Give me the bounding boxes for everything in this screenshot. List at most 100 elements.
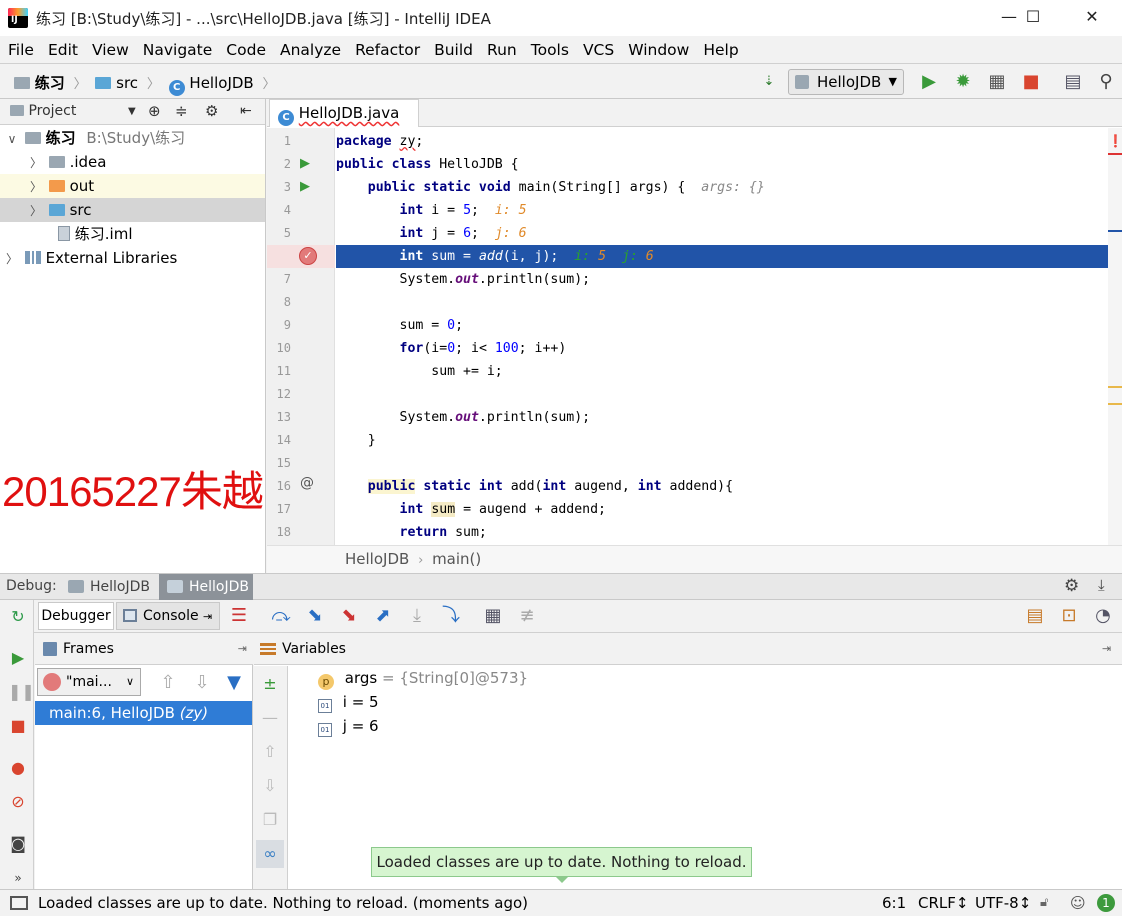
menu-build[interactable]: Build [434,41,473,59]
gear-icon[interactable]: ⚙ [1064,576,1079,596]
coverage-icon[interactable]: ▦ [986,71,1008,93]
lock-icon[interactable]: 🔓︎ [1040,890,1048,916]
filter-icon[interactable]: ▼ [223,672,245,694]
breadcrumb-file[interactable]: HelloJDB [189,74,253,92]
code-area[interactable]: package zy; public class HelloJDB { publ… [336,128,1108,545]
tool-windows-icon[interactable] [10,896,28,910]
run-gutter-icon[interactable]: ▶ [300,179,310,194]
debug-icon[interactable]: ✹ [952,71,974,93]
tab-debugger[interactable]: Debugger [38,602,114,630]
copy-icon[interactable]: ❐ [260,810,280,830]
breadcrumb-class[interactable]: HelloJDB [345,550,409,568]
camera-icon[interactable]: ◙ [8,834,28,854]
warning-stripe[interactable] [1108,403,1122,405]
menu-code[interactable]: Code [226,41,266,59]
build-icon[interactable]: ⇣ [758,71,780,93]
view-breakpoints-icon[interactable]: ● [8,758,28,778]
variable-row[interactable]: 01 i = 5 [318,690,379,714]
breakpoint-icon[interactable]: ✓ [299,247,317,265]
restore-layout-icon[interactable]: ▤ [1024,605,1046,627]
event-log-badge[interactable]: 1 [1097,894,1115,912]
pin-icon[interactable]: ⇥ [238,634,247,664]
notification-balloon[interactable]: Loaded classes are up to date. Nothing t… [371,847,752,877]
breadcrumb-method[interactable]: main() [432,550,481,568]
pin-icon[interactable]: ⇥ [1102,634,1111,664]
hide-panel-icon[interactable]: ⤓ [1098,576,1105,594]
arrow-up-icon[interactable]: ⇧ [157,672,179,694]
caret-position[interactable]: 6:1 [882,890,906,916]
run-configuration-select[interactable]: HelloJDB ▼ [788,69,904,95]
resume-icon[interactable]: ▶ [8,648,28,668]
menu-edit[interactable]: Edit [48,41,78,59]
pause-icon[interactable]: ❚❚ [8,682,35,702]
menu-window[interactable]: Window [628,41,689,59]
run-to-cursor-icon[interactable]: ⤵ [440,605,462,627]
editor-scrollbar[interactable]: ❗ [1108,128,1122,545]
menu-analyze[interactable]: Analyze [280,41,341,59]
tree-item-src[interactable]: 〉 src [0,198,265,222]
debug-session-tab[interactable]: HelloJDB [60,574,158,600]
maximize-button[interactable]: ☐ [1010,0,1056,36]
force-step-into-icon[interactable]: ⬊ [338,605,360,627]
mute-breakpoints-icon[interactable]: ⊘ [8,792,28,812]
watches-icon[interactable]: ∞ [256,840,284,868]
show-execution-point-icon[interactable]: ☰ [228,605,250,627]
warning-stripe[interactable] [1108,386,1122,388]
hector-icon[interactable]: ☺ [1070,890,1086,916]
stop-icon[interactable]: ■ [1020,71,1042,93]
expand-icon[interactable]: » [8,868,28,888]
overhead-icon[interactable]: ◔ [1092,605,1114,627]
chevron-down-icon[interactable]: ▼ [128,99,136,124]
search-icon[interactable]: ⚲ [1095,71,1117,93]
memory-icon[interactable]: ⊡ [1058,605,1080,627]
trace-icon[interactable]: ≢ [516,605,538,627]
step-over-icon[interactable]: ⤼ [270,605,292,627]
project-structure-icon[interactable]: ▤ [1062,71,1084,93]
arrow-down-icon[interactable]: ⇩ [260,776,280,796]
tree-item-idea[interactable]: 〉 .idea [0,150,265,174]
arrow-down-icon[interactable]: ⇩ [191,672,213,694]
menu-help[interactable]: Help [703,41,738,59]
menu-view[interactable]: View [92,41,129,59]
editor-tab[interactable]: C HelloJDB.java ✕ [269,99,419,147]
menu-vcs[interactable]: VCS [583,41,614,59]
menu-navigate[interactable]: Navigate [143,41,213,59]
step-into-icon[interactable]: ⬊ [304,605,326,627]
line-separator[interactable]: CRLF↕ [918,890,968,916]
drop-frame-icon[interactable]: ⤓ [406,605,428,627]
hide-icon[interactable]: ⇤ [240,99,252,124]
tab-console[interactable]: Console ⇥ [116,602,220,630]
menu-file[interactable]: File [8,41,34,59]
file-encoding[interactable]: UTF-8↕ [975,890,1031,916]
variable-row[interactable]: p args = {String[0]@573} [318,666,528,690]
status-message[interactable]: Loaded classes are up to date. Nothing t… [38,890,528,916]
menu-tools[interactable]: Tools [531,41,569,59]
collapse-icon[interactable]: ≑ [175,99,188,124]
debug-session-tab-active[interactable]: HelloJDB [159,574,253,600]
stop-icon[interactable]: ■ [8,716,28,736]
variable-row[interactable]: 01 j = 6 [318,714,379,738]
project-panel-title[interactable]: Project [28,103,76,119]
thread-select[interactable]: "mai... ∨ [37,668,141,696]
close-button[interactable]: ✕ [1069,0,1115,36]
new-watch-icon[interactable]: ± [260,674,280,694]
error-stripe[interactable] [1108,153,1122,155]
remove-watch-icon[interactable]: — [260,708,280,728]
implements-icon[interactable]: @ [300,475,314,491]
target-icon[interactable]: ⊕ [148,99,161,124]
error-icon[interactable]: ❗ [1108,134,1122,148]
step-out-icon[interactable]: ⬈ [372,605,394,627]
breadcrumb-project[interactable]: 练习 [35,74,65,92]
menu-run[interactable]: Run [487,41,517,59]
breadcrumb-folder[interactable]: src [116,74,138,92]
frame-item-selected[interactable]: main:6, HelloJDB (zy) [35,701,252,725]
rerun-icon[interactable]: ↻ [8,607,28,627]
tree-item-project-root[interactable]: ∨ 练习 B:\Study\练习 [0,126,265,150]
run-gutter-icon[interactable]: ▶ [300,156,310,171]
arrow-up-icon[interactable]: ⇧ [260,742,280,762]
tree-item-iml[interactable]: 练习.iml [0,222,265,246]
run-icon[interactable]: ▶ [918,71,940,93]
menu-refactor[interactable]: Refactor [355,41,420,59]
tree-item-external-libraries[interactable]: 〉 External Libraries [0,246,265,270]
gear-icon[interactable]: ⚙ [205,99,218,124]
